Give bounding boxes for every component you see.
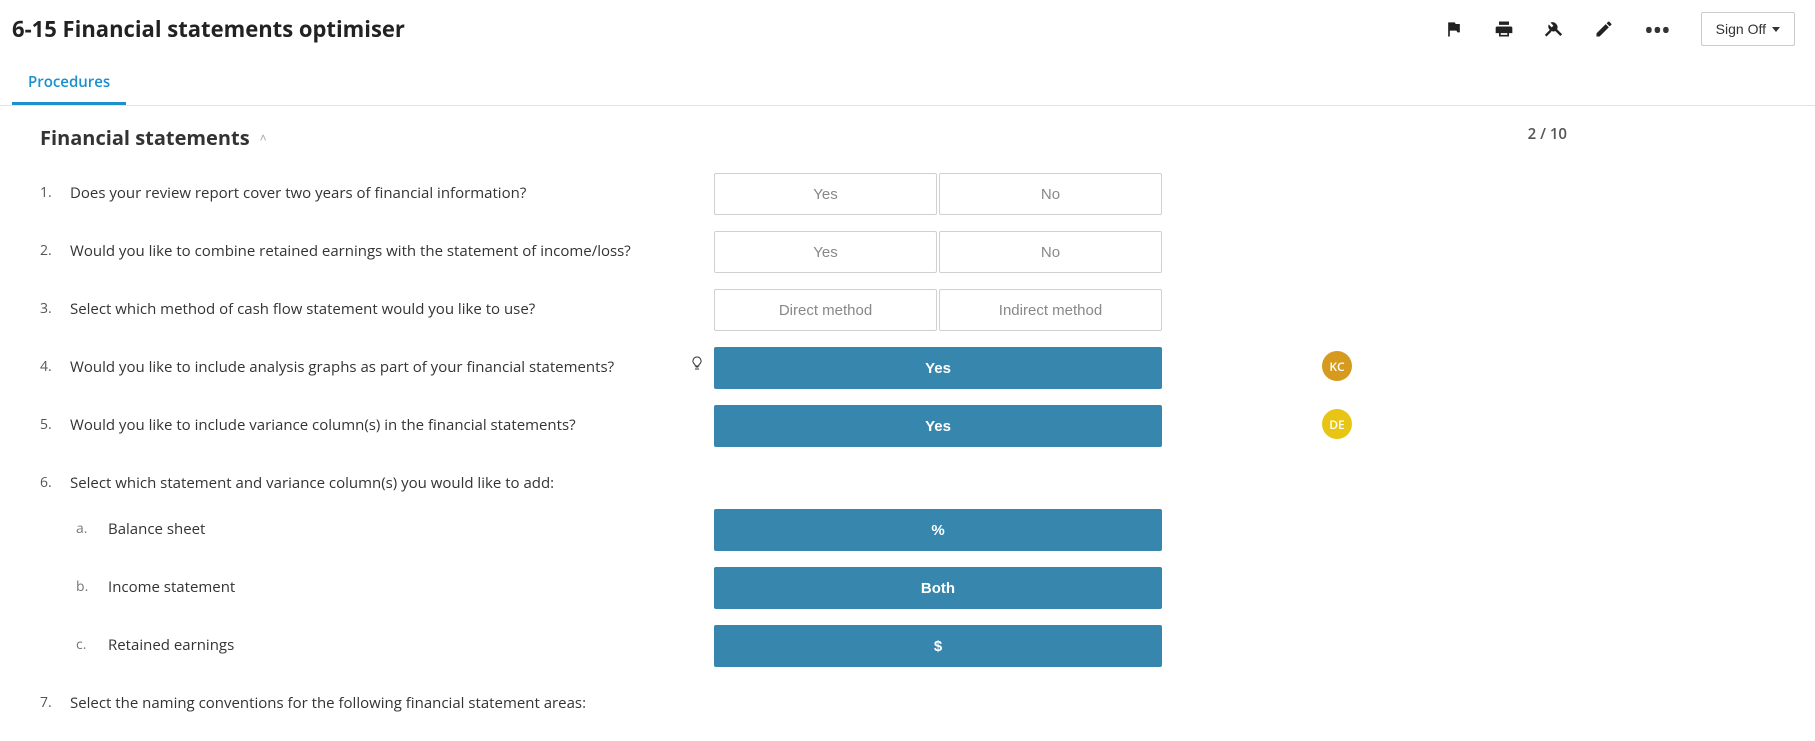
question-text: Would you like to include variance colum… [70,415,576,435]
question-subrow: c. Retained earnings $ [40,617,1775,675]
question-number: 6. [40,473,60,493]
question-text: Select the naming conventions for the fo… [70,693,586,713]
collapse-icon[interactable]: ˄ [260,129,267,146]
question-subrow: b. Income statement Both [40,559,1775,617]
sub-text: Retained earnings [108,635,234,655]
question-text: Would you like to include analysis graph… [70,357,614,377]
question-text: Would you like to combine retained earni… [70,241,631,261]
signoff-button[interactable]: Sign Off [1701,12,1795,46]
question-subrow: a. Balance sheet % [40,501,1775,559]
question-text: Select which statement and variance colu… [70,473,554,493]
question-row: 4. Would you like to include analysis gr… [40,339,1775,397]
question-number: 5. [40,415,60,435]
signoff-label: Sign Off [1716,21,1766,37]
sub-number: b. [76,577,98,597]
option-selected-both[interactable]: Both [714,567,1162,609]
print-icon[interactable] [1493,18,1515,40]
sub-text: Balance sheet [108,519,205,539]
tab-procedures[interactable]: Procedures [12,62,126,105]
question-row: 3. Select which method of cash flow stat… [40,281,1775,339]
progress-counter: 2 / 10 [1528,124,1567,144]
option-yes[interactable]: Yes [714,231,937,273]
question-row: 2. Would you like to combine retained ea… [40,223,1775,281]
question-number: 3. [40,299,60,319]
sub-text: Income statement [108,577,235,597]
question-row: 1. Does your review report cover two yea… [40,165,1775,223]
avatar-kc[interactable]: KC [1322,351,1352,381]
question-number: 2. [40,241,60,261]
section-title: Financial statements [40,124,250,151]
tabs: Procedures [0,62,1815,106]
option-selected-yes[interactable]: Yes [714,405,1162,447]
question-text: Does your review report cover two years … [70,183,526,203]
question-row: 5. Would you like to include variance co… [40,397,1775,455]
question-row: 7. Select the naming conventions for the… [40,675,1775,721]
question-number: 4. [40,357,60,377]
tools-icon[interactable] [1543,18,1565,40]
option-no[interactable]: No [939,231,1162,273]
option-selected-yes[interactable]: Yes [714,347,1162,389]
sub-number: a. [76,519,98,539]
option-selected-dollar[interactable]: $ [714,625,1162,667]
option-indirect[interactable]: Indirect method [939,289,1162,331]
option-yes[interactable]: Yes [714,173,937,215]
question-text: Select which method of cash flow stateme… [70,299,535,319]
option-selected-percent[interactable]: % [714,509,1162,551]
hint-icon[interactable] [689,353,705,378]
page-title: 6-15 Financial statements optimiser [12,14,405,44]
more-icon[interactable]: ••• [1643,16,1673,43]
question-number: 1. [40,183,60,203]
option-no[interactable]: No [939,173,1162,215]
toolbar: ••• Sign Off [1443,12,1795,46]
sub-number: c. [76,635,98,655]
option-direct[interactable]: Direct method [714,289,937,331]
flag-icon[interactable] [1443,18,1465,40]
chevron-down-icon [1772,27,1780,32]
avatar-de[interactable]: DE [1322,409,1352,439]
edit-icon[interactable] [1593,18,1615,40]
question-row: 6. Select which statement and variance c… [40,455,1775,501]
question-number: 7. [40,693,60,713]
